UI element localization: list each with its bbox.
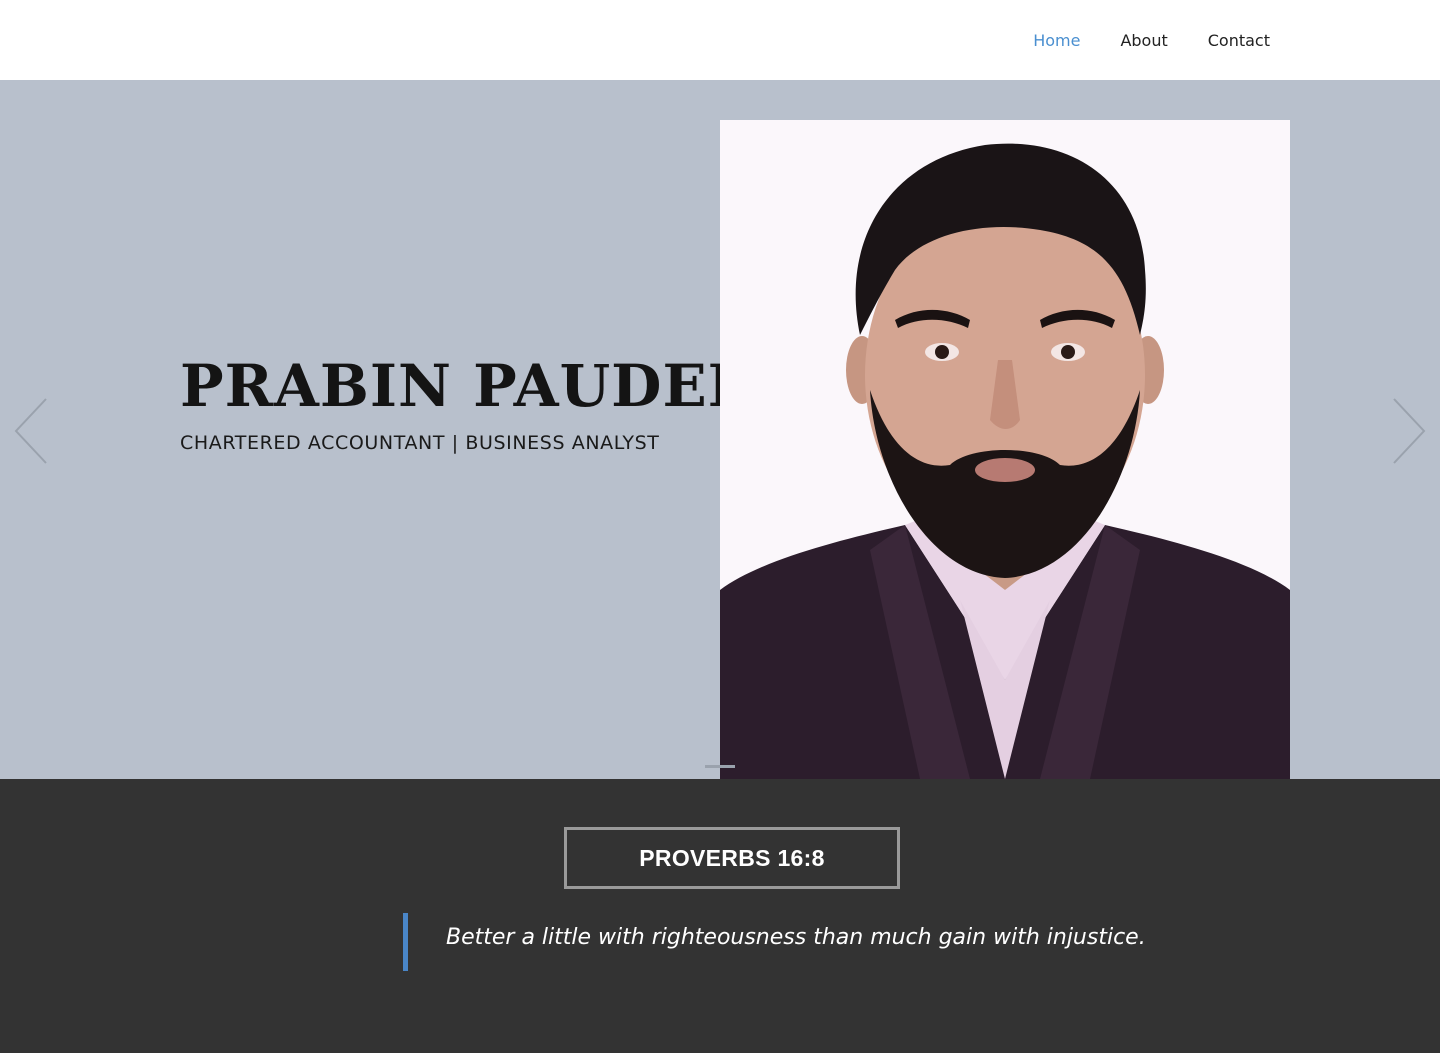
site-header: Home About Contact	[0, 0, 1440, 80]
nav-home-link[interactable]: Home	[1033, 31, 1080, 50]
nav-about-link[interactable]: About	[1120, 31, 1167, 50]
carousel-next-button[interactable]	[1388, 396, 1428, 466]
nav-contact-link[interactable]: Contact	[1208, 31, 1270, 50]
hero-subtitle: CHARTERED ACCOUNTANT | BUSINESS ANALYST	[180, 432, 660, 454]
profile-photo	[720, 120, 1290, 779]
quote-accent-bar	[403, 913, 408, 971]
verse-reference-box: PROVERBS 16:8	[564, 827, 900, 889]
chevron-left-icon	[14, 398, 47, 464]
profile-photo-illustration	[720, 120, 1290, 779]
quote-section: PROVERBS 16:8 Better a little with right…	[0, 779, 1440, 1053]
carousel-prev-button[interactable]	[12, 396, 52, 466]
verse-reference: PROVERBS 16:8	[639, 844, 825, 871]
main-nav: Home About Contact	[1033, 0, 1270, 80]
hero-carousel: PRABIN PAUDEL CHARTERED ACCOUNTANT | BUS…	[0, 80, 1440, 779]
hero-name: PRABIN PAUDEL	[180, 352, 750, 420]
carousel-indicator[interactable]	[705, 765, 735, 768]
chevron-right-icon	[1393, 398, 1426, 464]
quote-text: Better a little with righteousness than …	[446, 925, 1146, 950]
